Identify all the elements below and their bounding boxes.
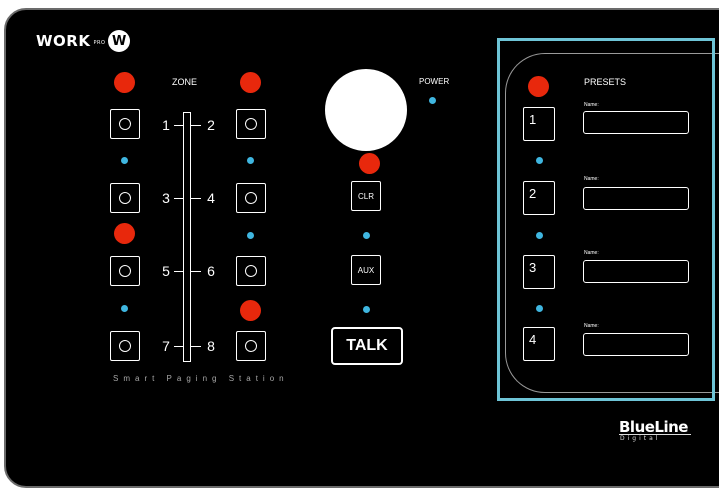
preset-1-name-field[interactable] [583,111,689,134]
clr-led-blue [363,232,370,239]
preset-led-blue-3 [536,305,543,312]
aux-button[interactable]: AUX [351,255,381,285]
zone-7-ring [119,340,131,352]
zone-bar [183,112,191,362]
zone-6-number: 6 [207,263,215,279]
preset-3-button[interactable]: 3 [523,255,555,289]
zone-led-blue-4 [121,305,128,312]
zone-led-blue-1 [121,157,128,164]
zone-6-button[interactable] [236,256,266,286]
zone-7-tick [174,346,184,347]
logo-text: WORK [36,32,91,50]
zone-2-button[interactable] [236,109,266,139]
zone-1-ring [119,118,131,130]
preset-4-name-field[interactable] [583,333,689,356]
zone-5-number: 5 [162,263,170,279]
preset-3-name-field[interactable] [583,260,689,283]
microphone-knob[interactable] [325,69,407,151]
zone-2-tick [191,125,201,126]
preset-led-blue-2 [536,232,543,239]
zone-led-red-2 [240,72,261,93]
blueline-logo: BlueLine Digital [619,418,691,442]
zone-2-number: 2 [207,117,215,133]
zone-3-ring [119,192,131,204]
presets-title: PRESETS [584,77,627,87]
power-label: POWER [419,77,450,86]
preset-2-name-field[interactable] [583,187,689,210]
zone-7-button[interactable] [110,331,140,361]
zone-led-red-4 [240,300,261,321]
zone-1-tick [174,125,184,126]
preset-2-button[interactable]: 2 [523,181,555,215]
zone-6-ring [245,265,257,277]
preset-1-button[interactable]: 1 [523,107,555,141]
zone-title: ZONE [172,77,198,87]
zone-4-tick [191,198,201,199]
presets-led-red [528,76,549,97]
zone-5-tick [174,271,184,272]
zone-4-number: 4 [207,190,215,206]
zone-led-blue-2 [247,157,254,164]
preset-2-name-label: Name: [584,176,599,182]
zone-1-number: 1 [162,117,170,133]
power-led [429,97,436,104]
logo-pro: PRO [93,40,106,46]
zone-8-tick [191,346,201,347]
zone-8-ring [245,340,257,352]
zone-led-red-1 [114,72,135,93]
zone-4-button[interactable] [236,183,266,213]
zone-4-ring [245,192,257,204]
blueline-digital-text: Digital [620,435,661,442]
clr-button[interactable]: CLR [351,181,381,211]
zone-5-button[interactable] [110,256,140,286]
preset-3-name-label: Name: [584,250,599,256]
zone-6-tick [191,271,201,272]
zone-3-number: 3 [162,190,170,206]
zone-5-ring [119,265,131,277]
talk-button[interactable]: TALK [331,327,403,365]
preset-4-button[interactable]: 4 [523,327,555,361]
preset-led-blue-1 [536,157,543,164]
preset-1-name-label: Name: [584,102,599,108]
zone-2-ring [245,118,257,130]
zone-3-button[interactable] [110,183,140,213]
logo-mark: W [108,30,131,52]
zone-8-button[interactable] [236,331,266,361]
work-logo: WORK PRO W [36,30,131,52]
zone-7-number: 7 [162,338,170,354]
aux-led-blue [363,306,370,313]
clr-led-red [359,153,380,174]
zone-led-red-3 [114,223,135,244]
zone-3-tick [174,198,184,199]
zone-led-blue-3 [247,232,254,239]
preset-4-name-label: Name: [584,323,599,329]
zone-1-button[interactable] [110,109,140,139]
zone-8-number: 8 [207,338,215,354]
station-subtitle: Smart Paging Station [113,374,289,383]
